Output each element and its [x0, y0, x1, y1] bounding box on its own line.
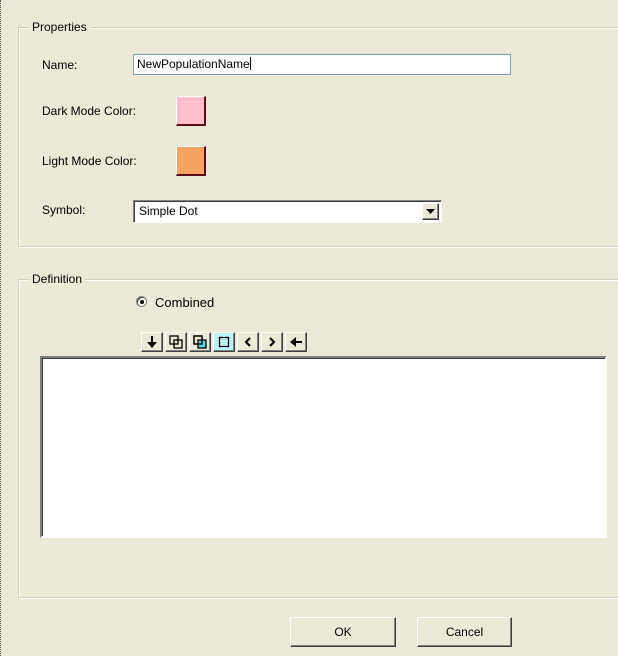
- move-left-button[interactable]: [285, 332, 307, 352]
- window-edge: [0, 0, 3, 656]
- union-button[interactable]: [165, 332, 187, 352]
- properties-group-title: Properties: [29, 20, 90, 34]
- square-icon: [218, 336, 230, 348]
- name-field[interactable]: NewPopulationName: [133, 54, 511, 75]
- move-down-button[interactable]: [141, 332, 163, 352]
- light-mode-color-label: Light Mode Color:: [42, 154, 137, 168]
- left-arrow-icon: [290, 337, 302, 347]
- down-arrow-icon: [147, 336, 157, 348]
- combined-radio-label: Combined: [155, 295, 215, 310]
- square-button[interactable]: [213, 332, 235, 352]
- definition-toolbar: [141, 332, 307, 352]
- symbol-dropdown-value: Simple Dot: [139, 204, 198, 218]
- definition-list[interactable]: [40, 356, 607, 538]
- text-caret: [249, 57, 251, 70]
- dark-mode-color-swatch[interactable]: [176, 96, 206, 126]
- symbol-dropdown[interactable]: Simple Dot: [133, 200, 442, 223]
- union-icon: [169, 335, 183, 349]
- intersect-button[interactable]: [189, 332, 211, 352]
- dark-mode-color-label: Dark Mode Color:: [42, 104, 137, 118]
- left-chevron-icon: [244, 337, 251, 347]
- radio-selected-dot: [140, 300, 144, 304]
- dropdown-button[interactable]: [422, 203, 439, 220]
- combined-radio[interactable]: [136, 296, 147, 307]
- left-bracket-button[interactable]: [237, 332, 259, 352]
- cancel-button-label: Cancel: [445, 625, 484, 639]
- right-chevron-icon: [269, 337, 276, 347]
- chevron-down-icon: [426, 209, 435, 214]
- name-value: NewPopulationName: [137, 57, 250, 71]
- right-bracket-button[interactable]: [261, 332, 283, 352]
- name-label: Name:: [42, 58, 78, 72]
- ok-button[interactable]: OK: [290, 617, 396, 647]
- ok-button-label: OK: [334, 625, 352, 639]
- symbol-label: Symbol:: [42, 203, 86, 217]
- intersect-icon: [193, 335, 207, 349]
- light-mode-color-swatch[interactable]: [176, 146, 206, 176]
- definition-group-title: Definition: [29, 272, 86, 286]
- cancel-button[interactable]: Cancel: [417, 617, 512, 647]
